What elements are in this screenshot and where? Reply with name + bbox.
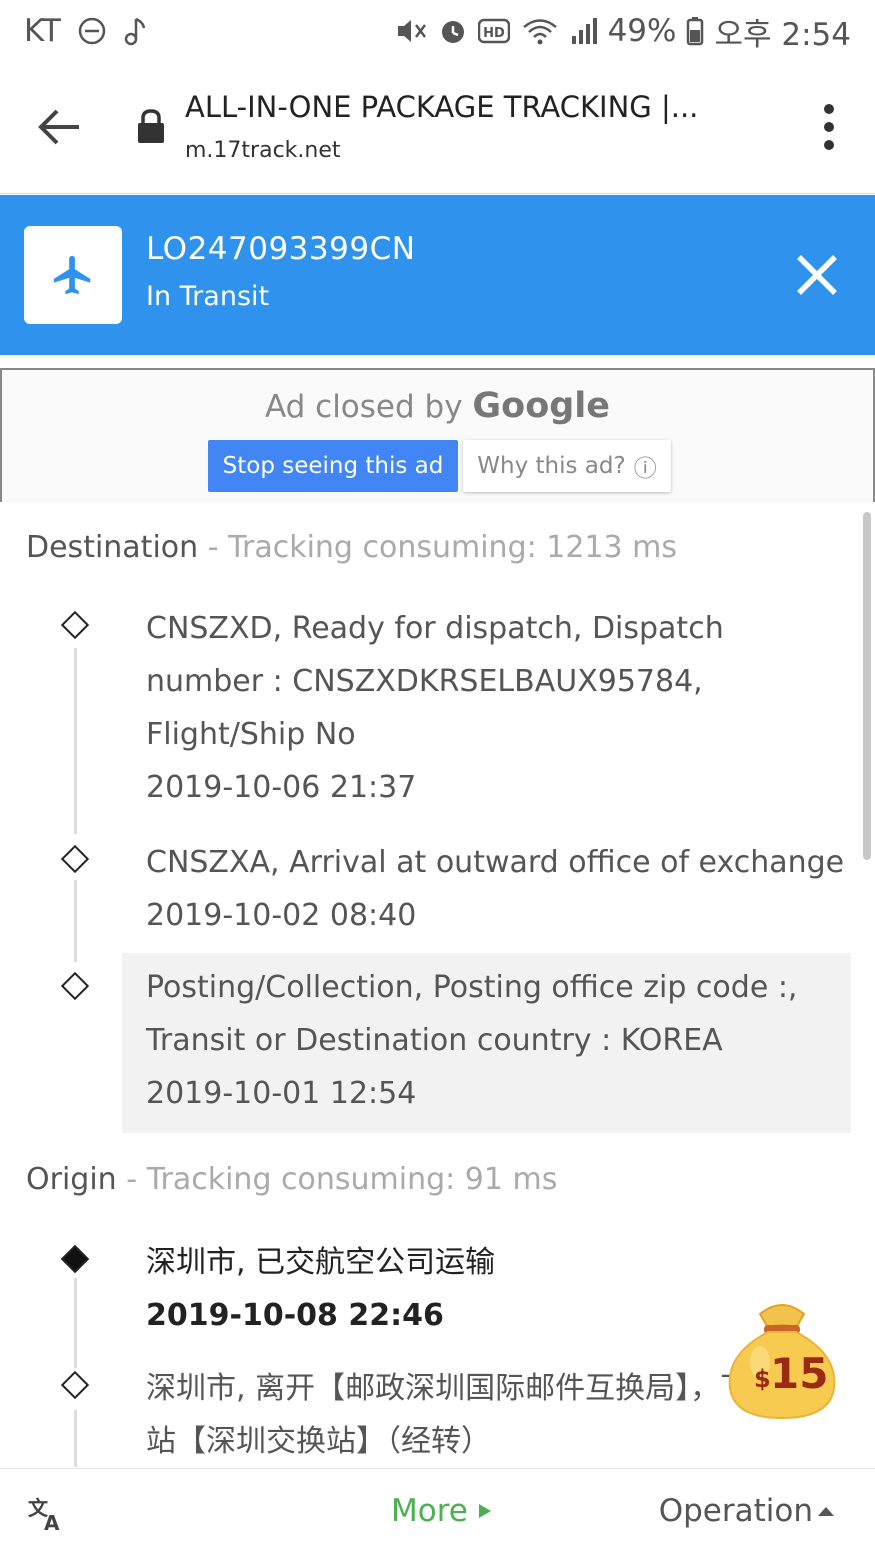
reward-amount: 15 (770, 1349, 828, 1398)
destination-separator: - (198, 530, 229, 565)
operation-button[interactable]: Operation (659, 1493, 835, 1529)
signal-icon (570, 16, 598, 46)
alarm-icon (438, 16, 468, 46)
ad-closed-prefix: Ad closed by (264, 389, 463, 425)
destination-section-header: Destination - Tracking consuming: 1213 m… (26, 530, 677, 565)
event-time: 2019-10-01 12:54 (146, 1076, 417, 1111)
airplane-icon (24, 226, 122, 324)
play-arrow-icon (478, 1504, 491, 1518)
hd-icon: HD (477, 18, 510, 44)
event-marker (60, 844, 90, 874)
operation-label: Operation (658, 1493, 813, 1529)
more-button[interactable]: More (391, 1493, 492, 1529)
origin-separator: - (116, 1162, 147, 1197)
more-label: More (391, 1493, 468, 1529)
scrollbar[interactable] (863, 512, 871, 860)
destination-label: Destination (26, 530, 199, 565)
browser-toolbar: ALL-IN-ONE PACKAGE TRACKING |... m.17tra… (0, 62, 875, 194)
why-this-ad-label: Why this ad? (477, 453, 626, 479)
music-note-icon (123, 16, 147, 46)
event-marker (60, 1370, 90, 1400)
event-marker (60, 971, 90, 1001)
page-url[interactable]: m.17track.net (185, 138, 341, 163)
event-description: 深圳市, 已交航空公司运输 (146, 1245, 496, 1280)
event-description: CNSZXD, Ready for dispatch, Dispatch (146, 611, 724, 646)
info-icon: ⓘ (633, 456, 657, 482)
wifi-icon (520, 16, 560, 46)
svg-text:HD: HD (483, 26, 505, 41)
google-brand: Google (472, 386, 611, 426)
tracking-status: In Transit (146, 281, 270, 312)
event-description: 站【深圳交换站】（经转） (146, 1424, 491, 1459)
timeline-event-highlighted: Posting/Collection, Posting office zip c… (122, 953, 851, 1133)
lock-icon (136, 108, 166, 144)
stop-seeing-ad-button[interactable]: Stop seeing this ad (208, 440, 458, 492)
ad-closed-panel: Ad closed by Google Stop seeing this ad … (0, 368, 875, 502)
tracking-number: LO247093399CN (146, 231, 416, 267)
reward-currency: $ (754, 1365, 771, 1393)
mute-icon (394, 16, 428, 46)
caret-up-icon (818, 1507, 834, 1516)
translate-icon[interactable]: 文 A (26, 1493, 66, 1535)
close-icon[interactable] (795, 253, 839, 297)
timeline-event: CNSZXD, Ready for dispatch, Dispatch num… (0, 602, 860, 824)
event-description: number : CNSZXDKRSELBAUX95784, (146, 664, 703, 699)
destination-consuming: Tracking consuming: 1213 ms (228, 530, 677, 565)
battery-icon (686, 16, 704, 46)
event-description: CNSZXA, Arrival at outward office of exc… (146, 845, 845, 880)
clock: 오후 2:54 (714, 16, 851, 53)
ad-closed-text: Ad closed by Google (2, 386, 873, 426)
do-not-disturb-icon (77, 16, 107, 46)
back-arrow-icon[interactable] (34, 102, 84, 152)
event-marker (60, 610, 90, 640)
status-bar: KT HD 49% 오후 2:54 (0, 0, 875, 62)
svg-text:A: A (44, 1511, 60, 1533)
event-marker-active (60, 1244, 90, 1274)
origin-label: Origin (26, 1162, 117, 1197)
why-this-ad-button[interactable]: Why this ad? ⓘ (463, 440, 671, 492)
event-description: Flight/Ship No (146, 717, 356, 752)
event-description: Posting/Collection, Posting office zip c… (146, 970, 798, 1005)
origin-section-header: Origin - Tracking consuming: 91 ms (26, 1162, 557, 1197)
event-time: 2019-10-06 21:37 (146, 770, 417, 805)
origin-consuming: Tracking consuming: 91 ms (146, 1162, 558, 1197)
carrier-label: KT (24, 13, 61, 49)
reward-money-bag[interactable]: $ 15 (720, 1292, 844, 1422)
bottom-toolbar: 文 A More Operation (0, 1468, 875, 1556)
page-title[interactable]: ALL-IN-ONE PACKAGE TRACKING |... (185, 90, 698, 124)
tracking-header: LO247093399CN In Transit (0, 195, 875, 355)
event-description: Transit or Destination country : KOREA (146, 1023, 723, 1058)
battery-percent: 49% (607, 13, 677, 49)
timeline-event: CNSZXA, Arrival at outward office of exc… (0, 836, 860, 946)
overflow-menu-icon[interactable] (817, 104, 841, 150)
event-time: 2019-10-02 08:40 (146, 898, 417, 933)
